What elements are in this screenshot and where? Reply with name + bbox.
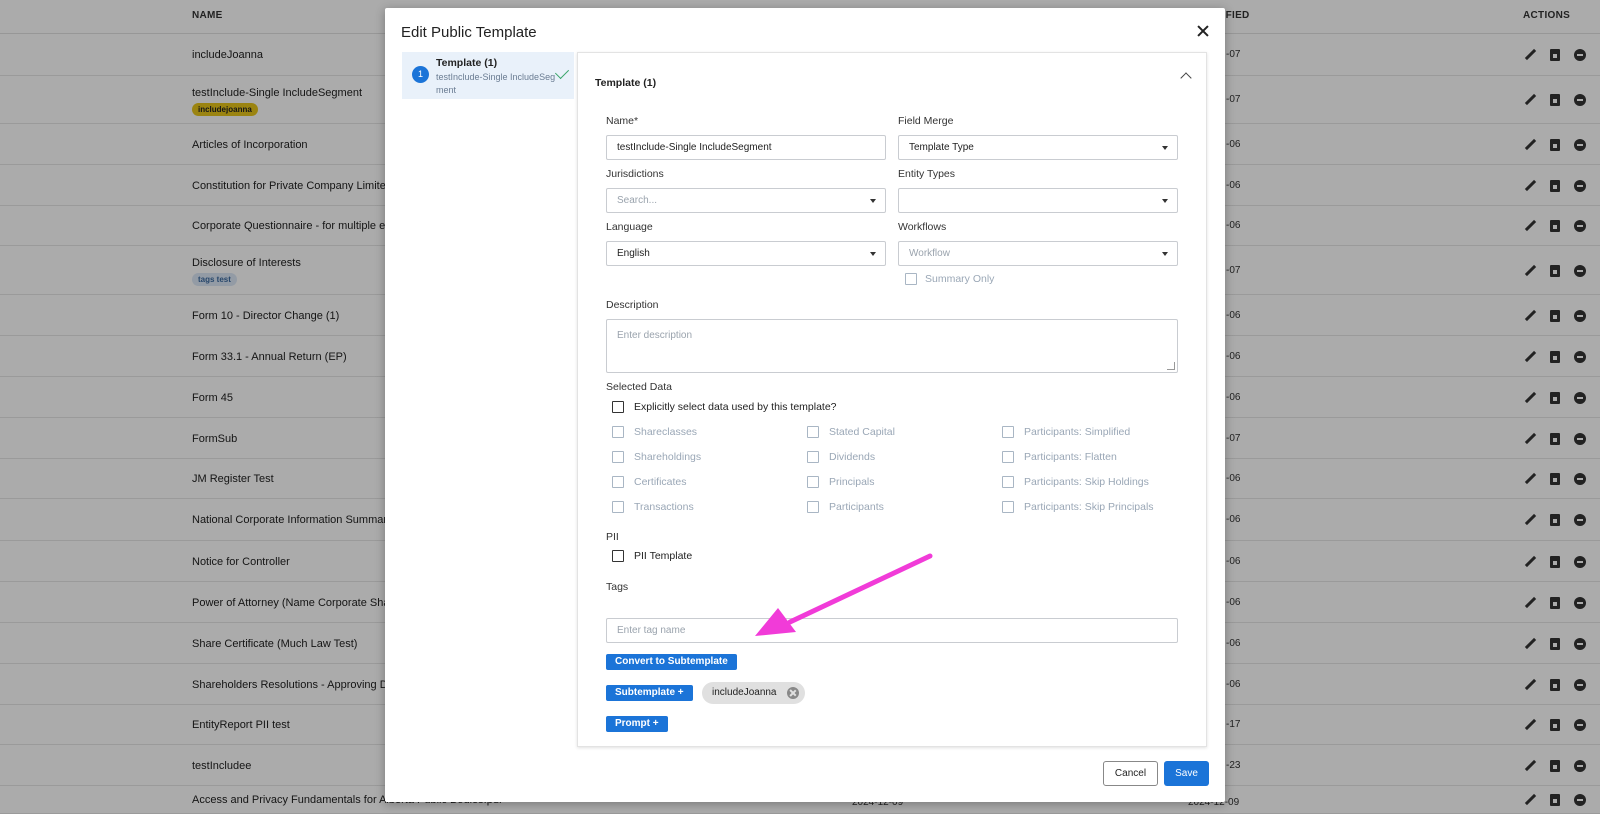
jurisdictions-select[interactable]: Search... bbox=[606, 188, 886, 213]
workflows-placeholder: Workflow bbox=[909, 248, 950, 259]
language-select[interactable]: English bbox=[606, 241, 886, 266]
entity-types-label: Entity Types bbox=[898, 168, 956, 180]
resize-handle-icon[interactable] bbox=[1167, 362, 1175, 370]
close-icon[interactable] bbox=[1195, 23, 1211, 39]
subtemplate-chip-label: includeJoanna bbox=[712, 687, 777, 698]
data-option-checkbox[interactable] bbox=[1002, 501, 1014, 513]
data-option-checkbox[interactable] bbox=[807, 476, 819, 488]
summary-only-checkbox[interactable] bbox=[905, 273, 917, 285]
data-option-label: Stated Capital bbox=[829, 426, 895, 438]
add-subtemplate-button[interactable]: Subtemplate + bbox=[606, 685, 693, 701]
data-option-label: Participants: Simplified bbox=[1024, 426, 1131, 438]
step-number: 1 bbox=[412, 66, 429, 83]
explicit-select-checkbox[interactable] bbox=[612, 401, 624, 413]
data-option-checkbox[interactable] bbox=[612, 501, 624, 513]
data-option-label: Certificates bbox=[634, 476, 687, 488]
caret-down-icon bbox=[1162, 252, 1168, 256]
data-option-label: Shareclasses bbox=[634, 426, 698, 438]
data-option-label: Principals bbox=[829, 476, 875, 488]
field-merge-select[interactable]: Template Type bbox=[898, 135, 1178, 160]
caret-down-icon bbox=[1162, 199, 1168, 203]
caret-down-icon bbox=[870, 199, 876, 203]
data-option-label: Dividends bbox=[829, 451, 876, 463]
summary-only-label: Summary Only bbox=[925, 273, 995, 285]
data-option-checkbox[interactable] bbox=[612, 451, 624, 463]
caret-down-icon bbox=[1162, 146, 1168, 150]
step-title: Template (1) bbox=[436, 57, 498, 69]
pii-template-checkbox[interactable] bbox=[612, 550, 624, 562]
convert-to-subtemplate-button[interactable]: Convert to Subtemplate bbox=[606, 654, 737, 670]
name-label: Name* bbox=[606, 115, 639, 127]
data-option-checkbox[interactable] bbox=[1002, 451, 1014, 463]
workflows-label: Workflows bbox=[898, 221, 947, 233]
data-option-checkbox[interactable] bbox=[807, 426, 819, 438]
step-subtitle: testInclude-Single IncludeSegment bbox=[436, 72, 556, 95]
data-option-checkbox[interactable] bbox=[612, 476, 624, 488]
language-label: Language bbox=[606, 221, 653, 233]
check-icon bbox=[554, 64, 570, 80]
description-label: Description bbox=[606, 299, 659, 311]
pii-template-label: PII Template bbox=[634, 550, 693, 562]
jurisdictions-label: Jurisdictions bbox=[606, 168, 664, 180]
data-option-label: Participants: Skip Holdings bbox=[1024, 476, 1149, 488]
data-option-label: Shareholdings bbox=[634, 451, 702, 463]
selected-data-label: Selected Data bbox=[606, 381, 672, 393]
explicit-select-label: Explicitly select data used by this temp… bbox=[634, 401, 837, 413]
field-merge-label: Field Merge bbox=[898, 115, 954, 127]
data-option-checkbox[interactable] bbox=[807, 451, 819, 463]
data-option-checkbox[interactable] bbox=[807, 501, 819, 513]
field-merge-value: Template Type bbox=[909, 142, 974, 153]
data-option-label: Participants: Skip Principals bbox=[1024, 501, 1154, 513]
subtemplate-chip: includeJoanna bbox=[702, 682, 805, 704]
save-button[interactable]: Save bbox=[1164, 761, 1209, 786]
data-option-checkbox[interactable] bbox=[1002, 476, 1014, 488]
jurisdictions-placeholder: Search... bbox=[617, 195, 658, 206]
data-option-checkbox[interactable] bbox=[612, 426, 624, 438]
edit-template-dialog: Edit Public Template 1 Template (1) test… bbox=[385, 8, 1225, 802]
remove-icon[interactable] bbox=[786, 687, 799, 699]
data-option-checkbox[interactable] bbox=[1002, 426, 1014, 438]
caret-down-icon bbox=[870, 252, 876, 256]
entity-types-select[interactable] bbox=[898, 188, 1178, 213]
tags-label: Tags bbox=[606, 581, 629, 593]
panel-title: Template (1) bbox=[595, 77, 657, 89]
add-prompt-button[interactable]: Prompt + bbox=[606, 716, 668, 732]
template-panel: Template (1) Name* testInclude-Single In… bbox=[577, 52, 1207, 747]
pii-label: PII bbox=[606, 531, 619, 543]
workflows-select[interactable]: Workflow bbox=[898, 241, 1178, 266]
data-option-label: Participants bbox=[829, 501, 884, 513]
name-input[interactable]: testInclude-Single IncludeSegment bbox=[606, 135, 886, 160]
cancel-button[interactable]: Cancel bbox=[1103, 761, 1158, 786]
chevron-up-icon[interactable] bbox=[1180, 72, 1192, 84]
description-textarea[interactable]: Enter description bbox=[606, 319, 1178, 373]
tag-name-input[interactable]: Enter tag name bbox=[606, 618, 1178, 643]
language-value: English bbox=[617, 248, 650, 259]
description-placeholder: Enter description bbox=[617, 330, 693, 341]
dialog-title: Edit Public Template bbox=[401, 24, 537, 41]
step-item-template[interactable]: 1 Template (1) testInclude-Single Includ… bbox=[402, 52, 574, 99]
data-option-label: Transactions bbox=[634, 501, 694, 513]
data-option-label: Participants: Flatten bbox=[1024, 451, 1117, 463]
